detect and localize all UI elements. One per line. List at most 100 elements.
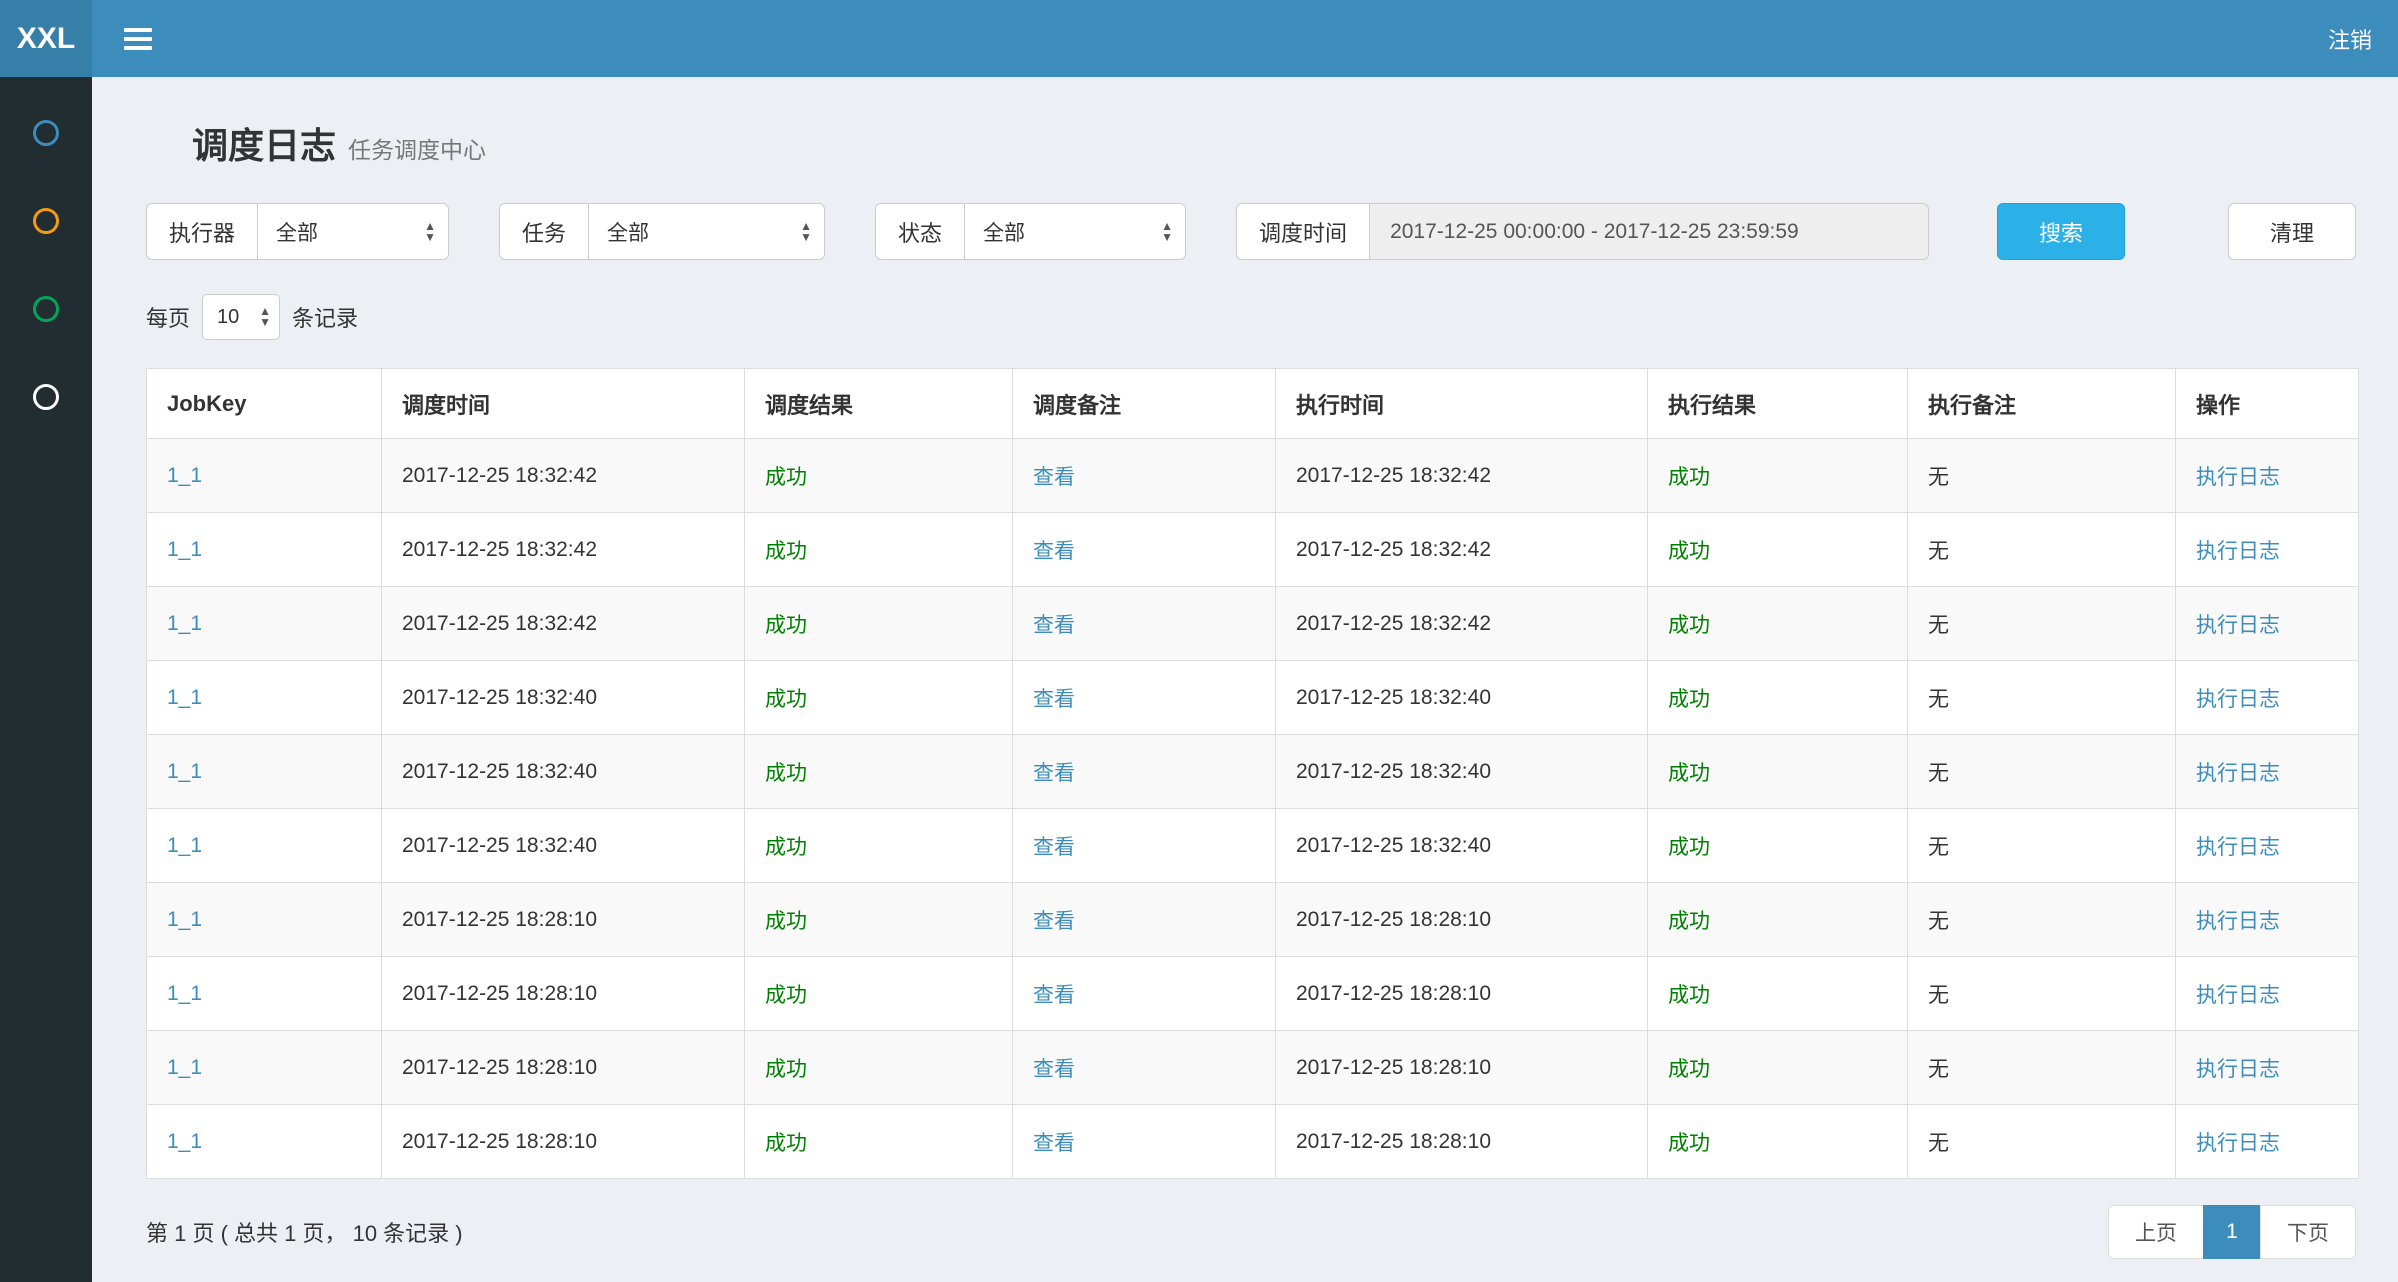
trigger-time-cell: 2017-12-25 18:28:10 bbox=[382, 957, 745, 1031]
page-subtitle: 任务调度中心 bbox=[348, 137, 486, 163]
execution-log-link[interactable]: 执行日志 bbox=[2196, 614, 2280, 637]
trigger-result-text: 成功 bbox=[745, 587, 1013, 661]
handle-time-cell: 2017-12-25 18:32:40 bbox=[1276, 661, 1648, 735]
trigger-time-cell: 2017-12-25 18:32:42 bbox=[382, 587, 745, 661]
view-trigger-msg-link[interactable]: 查看 bbox=[1033, 688, 1075, 711]
pagination: 上页 1 下页 bbox=[2108, 1205, 2356, 1259]
job-key-link[interactable]: 1_1 bbox=[167, 612, 202, 635]
circle-outline-icon bbox=[33, 208, 59, 234]
column-header-1: JobKey bbox=[147, 369, 382, 439]
sidebar-menu bbox=[0, 77, 92, 441]
handle-time-cell: 2017-12-25 18:28:10 bbox=[1276, 1105, 1648, 1179]
view-trigger-msg-link[interactable]: 查看 bbox=[1033, 1058, 1075, 1081]
view-trigger-msg-link-cell: 查看 bbox=[1013, 587, 1276, 661]
log-table-row: 1_12017-12-25 18:28:10成功查看2017-12-25 18:… bbox=[147, 1031, 2359, 1105]
log-table-row: 1_12017-12-25 18:32:40成功查看2017-12-25 18:… bbox=[147, 735, 2359, 809]
job-key-link[interactable]: 1_1 bbox=[167, 1130, 202, 1153]
trigger-time-cell: 2017-12-25 18:32:42 bbox=[382, 513, 745, 587]
status-select[interactable]: 全部 ▲▼ bbox=[964, 203, 1186, 260]
handle-time-cell: 2017-12-25 18:32:42 bbox=[1276, 587, 1648, 661]
execution-log-link[interactable]: 执行日志 bbox=[2196, 762, 2280, 785]
execution-log-link[interactable]: 执行日志 bbox=[2196, 984, 2280, 1007]
log-table-row: 1_12017-12-25 18:28:10成功查看2017-12-25 18:… bbox=[147, 1105, 2359, 1179]
status-filter-label: 状态 bbox=[875, 203, 964, 260]
trigger-time-cell: 2017-12-25 18:32:40 bbox=[382, 809, 745, 883]
execution-log-link[interactable]: 执行日志 bbox=[2196, 1058, 2280, 1081]
table-header-row: JobKey调度时间调度结果调度备注执行时间执行结果执行备注操作 bbox=[147, 369, 2359, 439]
view-trigger-msg-link[interactable]: 查看 bbox=[1033, 984, 1075, 1007]
handle-result-text: 成功 bbox=[1648, 587, 1908, 661]
executor-select[interactable]: 全部 ▲▼ bbox=[257, 203, 449, 260]
handle-time-cell: 2017-12-25 18:28:10 bbox=[1276, 1031, 1648, 1105]
job-key-link-cell: 1_1 bbox=[147, 661, 382, 735]
execution-log-link[interactable]: 执行日志 bbox=[2196, 540, 2280, 563]
execution-log-link-cell: 执行日志 bbox=[2176, 883, 2359, 957]
main-content: 执行器 全部 ▲▼ 任务 全部 ▲▼ 状态 全部 ▲▼ bbox=[92, 169, 2398, 1259]
job-key-link[interactable]: 1_1 bbox=[167, 908, 202, 931]
sidebar-item-2[interactable] bbox=[0, 177, 92, 265]
handle-result-text: 成功 bbox=[1648, 439, 1908, 513]
log-table-row: 1_12017-12-25 18:32:42成功查看2017-12-25 18:… bbox=[147, 513, 2359, 587]
execution-log-link[interactable]: 执行日志 bbox=[2196, 1132, 2280, 1155]
trigger-result-text: 成功 bbox=[745, 1105, 1013, 1179]
page-1-button[interactable]: 1 bbox=[2203, 1205, 2261, 1259]
log-table-row: 1_12017-12-25 18:32:40成功查看2017-12-25 18:… bbox=[147, 809, 2359, 883]
execution-log-link[interactable]: 执行日志 bbox=[2196, 836, 2280, 859]
execution-log-link[interactable]: 执行日志 bbox=[2196, 466, 2280, 489]
execution-log-link[interactable]: 执行日志 bbox=[2196, 910, 2280, 933]
job-key-link[interactable]: 1_1 bbox=[167, 686, 202, 709]
trigger-time-range-input[interactable]: 2017-12-25 00:00:00 - 2017-12-25 23:59:5… bbox=[1369, 203, 1929, 260]
handle-msg-cell: 无 bbox=[1908, 513, 2176, 587]
job-key-link[interactable]: 1_1 bbox=[167, 464, 202, 487]
column-header-6: 执行结果 bbox=[1648, 369, 1908, 439]
view-trigger-msg-link[interactable]: 查看 bbox=[1033, 1132, 1075, 1155]
job-key-link-cell: 1_1 bbox=[147, 1105, 382, 1179]
view-trigger-msg-link-cell: 查看 bbox=[1013, 1105, 1276, 1179]
sidebar-item-3[interactable] bbox=[0, 265, 92, 353]
execution-log-link[interactable]: 执行日志 bbox=[2196, 688, 2280, 711]
sidebar-toggle-button[interactable] bbox=[92, 0, 184, 77]
log-table-row: 1_12017-12-25 18:28:10成功查看2017-12-25 18:… bbox=[147, 883, 2359, 957]
sidebar-item-4[interactable] bbox=[0, 353, 92, 441]
job-select[interactable]: 全部 ▲▼ bbox=[588, 203, 825, 260]
previous-page-button[interactable]: 上页 bbox=[2108, 1205, 2204, 1259]
table-footer: 第 1 页 ( 总共 1 页， 10 条记录 ) 上页 1 下页 bbox=[146, 1205, 2356, 1259]
view-trigger-msg-link[interactable]: 查看 bbox=[1033, 466, 1075, 489]
sidebar-item-1[interactable] bbox=[0, 89, 92, 177]
execution-log-link-cell: 执行日志 bbox=[2176, 587, 2359, 661]
circle-outline-icon bbox=[33, 296, 59, 322]
view-trigger-msg-link[interactable]: 查看 bbox=[1033, 762, 1075, 785]
view-trigger-msg-link[interactable]: 查看 bbox=[1033, 910, 1075, 933]
app-logo[interactable]: XXL bbox=[0, 0, 92, 77]
view-trigger-msg-link-cell: 查看 bbox=[1013, 957, 1276, 1031]
view-trigger-msg-link[interactable]: 查看 bbox=[1033, 836, 1075, 859]
top-navbar: XXL 注销 bbox=[0, 0, 2398, 77]
trigger-time-filter-label: 调度时间 bbox=[1236, 203, 1369, 260]
view-trigger-msg-link[interactable]: 查看 bbox=[1033, 614, 1075, 637]
next-page-button[interactable]: 下页 bbox=[2260, 1205, 2356, 1259]
job-key-link[interactable]: 1_1 bbox=[167, 834, 202, 857]
view-trigger-msg-link[interactable]: 查看 bbox=[1033, 540, 1075, 563]
logout-link[interactable]: 注销 bbox=[2302, 0, 2398, 77]
page-size-select[interactable]: 10 ▲▼ bbox=[202, 294, 280, 340]
search-button[interactable]: 搜索 bbox=[1997, 203, 2125, 260]
job-key-link[interactable]: 1_1 bbox=[167, 982, 202, 1005]
job-key-link[interactable]: 1_1 bbox=[167, 760, 202, 783]
handle-result-text: 成功 bbox=[1648, 735, 1908, 809]
handle-msg-cell: 无 bbox=[1908, 439, 2176, 513]
select-arrows-icon: ▲▼ bbox=[424, 221, 436, 243]
trigger-result-text: 成功 bbox=[745, 661, 1013, 735]
job-key-link[interactable]: 1_1 bbox=[167, 1056, 202, 1079]
table-body: 1_12017-12-25 18:32:42成功查看2017-12-25 18:… bbox=[147, 439, 2359, 1179]
clear-button[interactable]: 清理 bbox=[2228, 203, 2356, 260]
trigger-result-text: 成功 bbox=[745, 735, 1013, 809]
view-trigger-msg-link-cell: 查看 bbox=[1013, 513, 1276, 587]
handle-time-cell: 2017-12-25 18:28:10 bbox=[1276, 883, 1648, 957]
trigger-time-cell: 2017-12-25 18:32:40 bbox=[382, 735, 745, 809]
handle-msg-cell: 无 bbox=[1908, 883, 2176, 957]
job-key-link[interactable]: 1_1 bbox=[167, 538, 202, 561]
trigger-time-cell: 2017-12-25 18:28:10 bbox=[382, 1105, 745, 1179]
log-table-row: 1_12017-12-25 18:32:42成功查看2017-12-25 18:… bbox=[147, 587, 2359, 661]
status-filter-group: 状态 全部 ▲▼ bbox=[875, 203, 1186, 260]
view-trigger-msg-link-cell: 查看 bbox=[1013, 883, 1276, 957]
